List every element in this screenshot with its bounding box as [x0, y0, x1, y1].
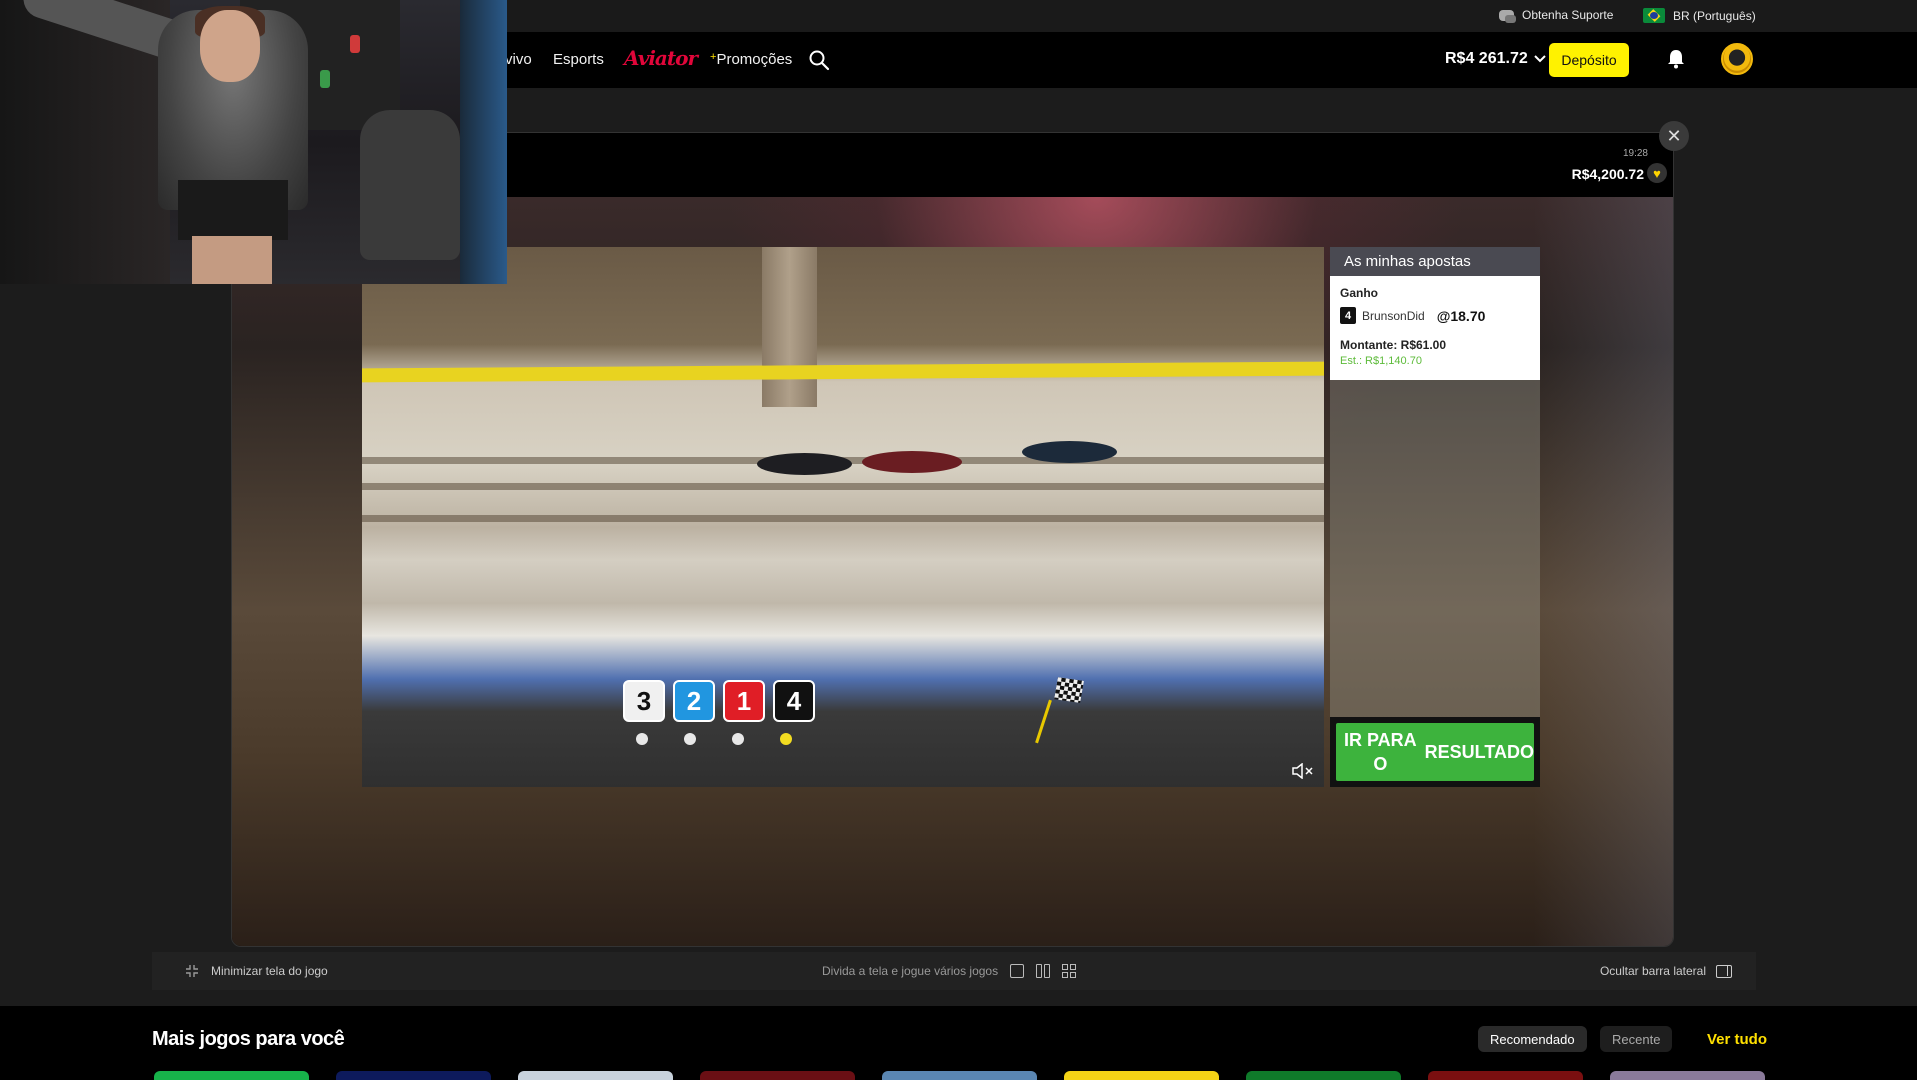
close-game-button[interactable]: ✕: [1659, 121, 1689, 151]
progress-dot-active: [780, 733, 792, 745]
game-thumbnail[interactable]: [1064, 1071, 1219, 1080]
bet-odds: @18.70: [1436, 307, 1486, 324]
my-bets-panel: As minhas apostas Ganho 4 BrunsonDid @18…: [1330, 247, 1540, 787]
bet-card[interactable]: Ganho 4 BrunsonDid @18.70 Montante: R$61…: [1330, 276, 1540, 380]
minimize-icon: [186, 965, 198, 977]
track-rail: [362, 483, 1324, 490]
tab-recent[interactable]: Recente: [1600, 1026, 1673, 1052]
game-thumbnail[interactable]: [336, 1071, 491, 1080]
language-selector[interactable]: BR (Português): [1643, 8, 1756, 23]
greyhound: [1022, 441, 1117, 463]
split-label: Divida a tela e jogue vários jogos: [822, 964, 999, 978]
greyhound: [862, 451, 962, 473]
race-positions: 3 2 1 4: [623, 680, 815, 722]
see-all-link[interactable]: Ver tudo: [1707, 1031, 1767, 1048]
stadium-lights: [1533, 197, 1673, 946]
game-thumbnail[interactable]: [882, 1071, 1037, 1080]
bet-estimated-return: Est.: R$1,140.70: [1340, 355, 1422, 367]
tab-recommended[interactable]: Recomendado: [1478, 1026, 1587, 1052]
game-thumbnail[interactable]: [700, 1071, 855, 1080]
race-video[interactable]: 3 2 1 4: [362, 247, 1324, 787]
support-label: Obtenha Suporte: [1522, 8, 1614, 22]
more-games-title: Mais jogos para você: [152, 1028, 345, 1050]
game-thumbnail[interactable]: [154, 1071, 309, 1080]
go-to-result-button[interactable]: IR PARA O RESULTADO: [1330, 717, 1540, 787]
grid-layout-icon[interactable]: [1062, 964, 1077, 978]
streamer-webcam: [0, 0, 507, 284]
bet-stake: Montante: R$61.00: [1340, 338, 1447, 352]
bet-type: Ganho: [1340, 286, 1378, 300]
nav-esports[interactable]: Esports: [553, 51, 604, 68]
heart-icon[interactable]: ♥: [1647, 163, 1667, 183]
game-thumbnail[interactable]: [1246, 1071, 1401, 1080]
track-post: [762, 247, 817, 407]
brazil-flag-icon: [1643, 8, 1665, 23]
game-thumbnail[interactable]: [518, 1071, 673, 1080]
finish-flag-icon: [1054, 677, 1084, 703]
position-badge: 2: [673, 680, 715, 722]
support-link[interactable]: Obtenha Suporte: [1499, 8, 1614, 23]
result-label-line1: IR PARA O: [1344, 730, 1417, 774]
game-clock: 19:28: [1622, 148, 1648, 159]
my-bets-title: As minhas apostas: [1330, 247, 1540, 276]
runner-name: BrunsonDid: [1362, 308, 1425, 323]
nav-live[interactable]: vivo: [505, 51, 532, 68]
webcam-edge: [460, 0, 507, 284]
greyhound: [757, 453, 852, 475]
search-icon[interactable]: [808, 49, 830, 71]
track-rail: [362, 515, 1324, 522]
mute-icon[interactable]: [1292, 762, 1314, 782]
webcam-shorts: [178, 180, 288, 240]
game-thumbnail[interactable]: [1428, 1071, 1583, 1080]
go-to-result-label: IR PARA O RESULTADO: [1336, 723, 1534, 781]
position-badge: 3: [623, 680, 665, 722]
webcam-head: [200, 10, 260, 82]
split-layout-icon[interactable]: [1036, 964, 1051, 978]
position-badge: 4: [773, 680, 815, 722]
progress-dot: [732, 733, 744, 745]
trap-number-badge: 4: [1340, 307, 1356, 324]
minimize-button[interactable]: Minimizar tela do jogo: [185, 964, 328, 978]
sidebar-icon: [1716, 964, 1732, 978]
hide-sidebar-button[interactable]: Ocultar barra lateral: [1600, 964, 1732, 978]
game-thumbnail[interactable]: [1610, 1071, 1765, 1080]
game-toolbar: Minimizar tela do jogo Divida a tela e j…: [152, 952, 1756, 990]
chat-icon: [1499, 9, 1516, 23]
chevron-down-icon: [1534, 55, 1546, 63]
balance-dropdown[interactable]: R$4 261.72: [1445, 50, 1546, 68]
progress-dot: [684, 733, 696, 745]
finish-pole: [1035, 699, 1052, 744]
single-layout-icon[interactable]: [1010, 964, 1025, 978]
result-label-line2: RESULTADO: [1424, 742, 1534, 762]
track-rail-yellow: [362, 361, 1324, 383]
hide-sidebar-label: Ocultar barra lateral: [1599, 964, 1706, 978]
bet-selection: 4 BrunsonDid @18.70: [1340, 307, 1530, 324]
progress-dot: [636, 733, 648, 745]
webcam-legs: [192, 236, 272, 284]
split-screen-controls: Divida a tela e jogue vários jogos: [822, 964, 1077, 978]
webcam-chair: [360, 110, 460, 260]
balance-value: R$4 261.72: [1445, 50, 1528, 67]
bell-icon[interactable]: [1667, 49, 1685, 74]
jackpot-value: R$4,200.72: [1571, 166, 1644, 182]
position-badge: 1: [723, 680, 765, 722]
minimize-label: Minimizar tela do jogo: [211, 964, 328, 978]
nav-promotions[interactable]: +Promoções: [710, 51, 792, 68]
deposit-button[interactable]: Depósito: [1549, 43, 1629, 77]
language-label: BR (Português): [1673, 8, 1756, 23]
nav-promotions-label: Promoções: [716, 51, 793, 68]
avatar[interactable]: [1721, 43, 1753, 75]
nav-aviator[interactable]: Aviator: [624, 46, 698, 70]
race-progress-dots: [636, 733, 792, 745]
